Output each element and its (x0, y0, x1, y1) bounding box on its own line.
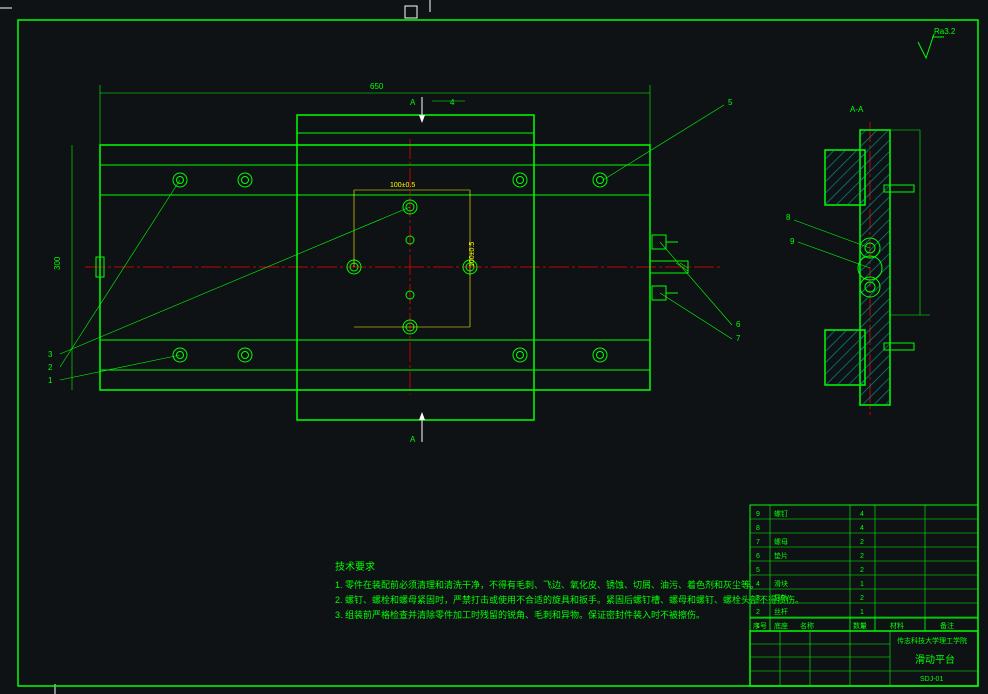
dim-650: 650 (370, 82, 384, 91)
section-label: A-A (850, 105, 864, 114)
svg-text:4: 4 (450, 98, 455, 107)
svg-text:8: 8 (756, 525, 760, 532)
svg-text:备注: 备注 (940, 621, 954, 630)
svg-text:3: 3 (756, 595, 760, 602)
svg-text:9: 9 (756, 511, 760, 518)
leader-2: 2 (48, 363, 53, 372)
svg-text:2: 2 (860, 595, 864, 602)
drawing-title: 滑动平台 (915, 653, 955, 666)
bom-table: 9螺钉4 84 7螺母2 6垫片2 52 4滑块1 3导轨2 2丝杆1 1底座1 (750, 505, 978, 631)
svg-text:底座: 底座 (774, 621, 788, 630)
leader-1: 1 (48, 376, 53, 385)
svg-text:导轨: 导轨 (774, 593, 788, 602)
notes-title: 技术要求 (335, 560, 375, 573)
svg-text:丝杆: 丝杆 (774, 607, 788, 616)
svg-text:垫片: 垫片 (774, 551, 788, 560)
svg-text:4: 4 (756, 581, 760, 588)
svg-text:5: 5 (756, 567, 760, 574)
leader-7: 7 (736, 334, 741, 343)
notes-line3: 3. 组装前严格检查并清除零件加工时残留的锐角、毛刺和异物。保证密封件装入时不被… (335, 609, 705, 620)
svg-text:4: 4 (860, 525, 864, 532)
svg-text:1: 1 (860, 581, 864, 588)
section-arrow-top: A 4 (410, 97, 465, 123)
svg-text:名称: 名称 (800, 621, 814, 630)
institution: 传志科技大学理工学院 (897, 636, 967, 645)
svg-text:1: 1 (860, 609, 864, 616)
technical-requirements: 技术要求 1. 零件在装配前必须清理和清洗干净，不得有毛刺、飞边、氧化皮、锈蚀、… (335, 560, 804, 620)
svg-text:材料: 材料 (890, 621, 904, 630)
svg-text:滑块: 滑块 (774, 579, 788, 588)
section-view: A-A 8 9 (786, 105, 930, 415)
svg-text:4: 4 (860, 511, 864, 518)
svg-text:7: 7 (756, 539, 760, 546)
notes-line1: 1. 零件在装配前必须清理和清洗干净，不得有毛刺、飞边、氧化皮、锈蚀、切屑、油污… (335, 579, 759, 590)
svg-text:螺钉: 螺钉 (774, 509, 788, 518)
svg-text:2: 2 (860, 539, 864, 546)
svg-text:A: A (410, 435, 416, 444)
svg-text:A: A (410, 98, 416, 107)
front-view: 650 300 (48, 82, 741, 444)
svg-text:2: 2 (756, 609, 760, 616)
leader-8: 8 (786, 213, 791, 222)
leader-3: 3 (48, 350, 53, 359)
leader-6: 6 (736, 320, 741, 329)
svg-text:序号: 序号 (753, 621, 767, 630)
svg-text:6: 6 (756, 553, 760, 560)
cad-drawing-viewport[interactable]: Ra3.2 650 300 (0, 0, 988, 694)
leader-5: 5 (728, 98, 733, 107)
svg-text:2: 2 (860, 567, 864, 574)
section-arrow-bottom: A (410, 412, 425, 444)
dim-300: 300 (53, 256, 62, 270)
leader-9: 9 (790, 237, 795, 246)
svg-text:螺母: 螺母 (774, 537, 788, 546)
svg-text:数量: 数量 (853, 621, 867, 630)
notes-line2: 2. 螺钉、螺栓和螺母紧固时，严禁打击或使用不合适的旋具和扳手。紧固后螺钉槽、螺… (335, 594, 804, 605)
surface-finish-symbol: Ra3.2 (918, 27, 956, 58)
bom-rows: 9螺钉4 84 7螺母2 6垫片2 52 4滑块1 3导轨2 2丝杆1 1底座1 (756, 509, 864, 630)
dim-100h: 100±0.5 (390, 182, 415, 189)
svg-text:2: 2 (860, 553, 864, 560)
drawing-number: SDJ-01 (920, 676, 943, 683)
dim-100v: 100±0.5 (469, 242, 476, 267)
svg-text:Ra3.2: Ra3.2 (934, 27, 956, 36)
